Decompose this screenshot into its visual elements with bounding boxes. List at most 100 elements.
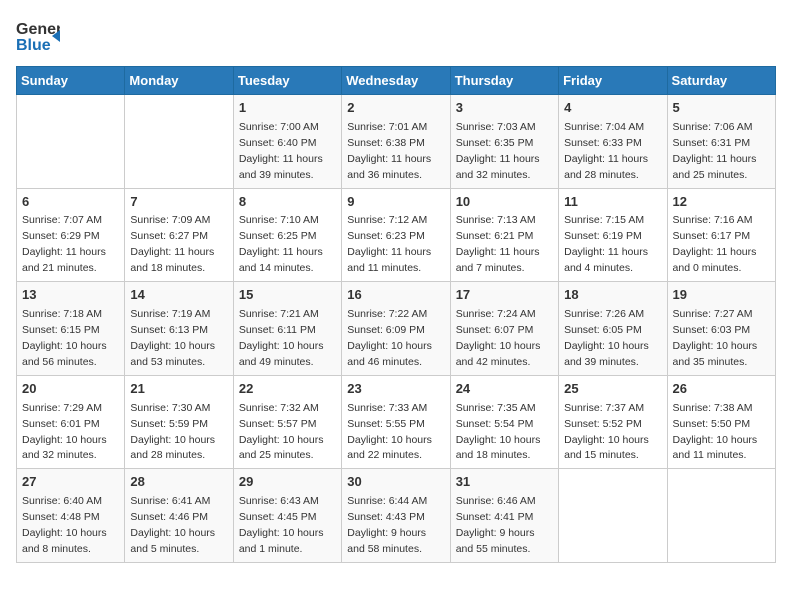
weekday-header-saturday: Saturday bbox=[667, 67, 775, 95]
day-cell: 29Sunrise: 6:43 AMSunset: 4:45 PMDayligh… bbox=[233, 469, 341, 563]
weekday-header-thursday: Thursday bbox=[450, 67, 558, 95]
weekday-header-wednesday: Wednesday bbox=[342, 67, 450, 95]
day-number: 3 bbox=[456, 99, 553, 118]
day-number: 1 bbox=[239, 99, 336, 118]
day-number: 25 bbox=[564, 380, 661, 399]
day-number: 22 bbox=[239, 380, 336, 399]
day-cell bbox=[667, 469, 775, 563]
day-number: 2 bbox=[347, 99, 444, 118]
day-number: 30 bbox=[347, 473, 444, 492]
day-cell: 26 Sunrise: 7:38 AMSunset: 5:50 PMDayligh… bbox=[667, 375, 775, 469]
day-info: Sunrise: 7:13 AMSunset: 6:21 PMDaylight:… bbox=[456, 214, 540, 274]
day-cell: 24 Sunrise: 7:35 AMSunset: 5:54 PMDayligh… bbox=[450, 375, 558, 469]
day-cell bbox=[125, 95, 233, 189]
day-cell: 17Sunrise: 7:24 AMSunset: 6:07 PMDayligh… bbox=[450, 282, 558, 376]
day-number: 20 bbox=[22, 380, 119, 399]
day-number: 19 bbox=[673, 286, 770, 305]
day-cell: 13 Sunrise: 7:18 AMSunset: 6:15 PMDayligh… bbox=[17, 282, 125, 376]
day-number: 4 bbox=[564, 99, 661, 118]
day-info: Sunrise: 7:26 AMSunset: 6:05 PMDaylight:… bbox=[564, 308, 649, 368]
day-info: Sunrise: 7:32 AMSunset: 5:57 PMDaylight:… bbox=[239, 402, 324, 462]
day-number: 10 bbox=[456, 193, 553, 212]
calendar-header: SundayMondayTuesdayWednesdayThursdayFrid… bbox=[17, 67, 776, 95]
day-cell: 3 Sunrise: 7:03 AMSunset: 6:35 PMDaylight… bbox=[450, 95, 558, 189]
day-cell: 18 Sunrise: 7:26 AMSunset: 6:05 PMDayligh… bbox=[559, 282, 667, 376]
day-cell: 14 Sunrise: 7:19 AMSunset: 6:13 PMDayligh… bbox=[125, 282, 233, 376]
day-info: Sunrise: 6:46 AMSunset: 4:41 PMDaylight:… bbox=[456, 495, 536, 555]
day-cell: 28Sunrise: 6:41 AMSunset: 4:46 PMDayligh… bbox=[125, 469, 233, 563]
day-info: Sunrise: 7:07 AMSunset: 6:29 PMDaylight:… bbox=[22, 214, 106, 274]
day-info: Sunrise: 7:04 AMSunset: 6:33 PMDaylight:… bbox=[564, 121, 648, 181]
day-cell: 23 Sunrise: 7:33 AMSunset: 5:55 PMDayligh… bbox=[342, 375, 450, 469]
day-cell: 6 Sunrise: 7:07 AMSunset: 6:29 PMDaylight… bbox=[17, 188, 125, 282]
day-cell: 20 Sunrise: 7:29 AMSunset: 6:01 PMDayligh… bbox=[17, 375, 125, 469]
day-info: Sunrise: 7:01 AMSunset: 6:38 PMDaylight:… bbox=[347, 121, 431, 181]
day-info: Sunrise: 7:00 AMSunset: 6:40 PMDaylight:… bbox=[239, 121, 323, 181]
day-info: Sunrise: 6:43 AMSunset: 4:45 PMDaylight:… bbox=[239, 495, 324, 555]
day-info: Sunrise: 7:06 AMSunset: 6:31 PMDaylight:… bbox=[673, 121, 757, 181]
day-info: Sunrise: 7:18 AMSunset: 6:15 PMDaylight:… bbox=[22, 308, 107, 368]
day-cell bbox=[559, 469, 667, 563]
day-number: 5 bbox=[673, 99, 770, 118]
week-row-1: 1 Sunrise: 7:00 AMSunset: 6:40 PMDaylight… bbox=[17, 95, 776, 189]
day-info: Sunrise: 7:27 AMSunset: 6:03 PMDaylight:… bbox=[673, 308, 758, 368]
weekday-header-tuesday: Tuesday bbox=[233, 67, 341, 95]
day-number: 24 bbox=[456, 380, 553, 399]
day-number: 7 bbox=[130, 193, 227, 212]
day-number: 12 bbox=[673, 193, 770, 212]
day-cell: 4 Sunrise: 7:04 AMSunset: 6:33 PMDaylight… bbox=[559, 95, 667, 189]
week-row-4: 20 Sunrise: 7:29 AMSunset: 6:01 PMDayligh… bbox=[17, 375, 776, 469]
day-info: Sunrise: 7:30 AMSunset: 5:59 PMDaylight:… bbox=[130, 402, 215, 462]
page-header: General Blue bbox=[16, 16, 776, 54]
day-number: 23 bbox=[347, 380, 444, 399]
day-info: Sunrise: 7:09 AMSunset: 6:27 PMDaylight:… bbox=[130, 214, 214, 274]
day-cell: 25 Sunrise: 7:37 AMSunset: 5:52 PMDayligh… bbox=[559, 375, 667, 469]
day-cell: 1 Sunrise: 7:00 AMSunset: 6:40 PMDaylight… bbox=[233, 95, 341, 189]
weekday-header-friday: Friday bbox=[559, 67, 667, 95]
day-cell: 11Sunrise: 7:15 AMSunset: 6:19 PMDayligh… bbox=[559, 188, 667, 282]
day-number: 26 bbox=[673, 380, 770, 399]
day-info: Sunrise: 7:19 AMSunset: 6:13 PMDaylight:… bbox=[130, 308, 215, 368]
week-row-2: 6 Sunrise: 7:07 AMSunset: 6:29 PMDaylight… bbox=[17, 188, 776, 282]
day-info: Sunrise: 6:41 AMSunset: 4:46 PMDaylight:… bbox=[130, 495, 215, 555]
day-cell: 19 Sunrise: 7:27 AMSunset: 6:03 PMDayligh… bbox=[667, 282, 775, 376]
day-number: 27 bbox=[22, 473, 119, 492]
day-info: Sunrise: 7:38 AMSunset: 5:50 PMDaylight:… bbox=[673, 402, 758, 462]
day-cell: 12Sunrise: 7:16 AMSunset: 6:17 PMDayligh… bbox=[667, 188, 775, 282]
day-info: Sunrise: 7:33 AMSunset: 5:55 PMDaylight:… bbox=[347, 402, 432, 462]
day-info: Sunrise: 7:21 AMSunset: 6:11 PMDaylight:… bbox=[239, 308, 324, 368]
day-cell: 5 Sunrise: 7:06 AMSunset: 6:31 PMDaylight… bbox=[667, 95, 775, 189]
day-cell: 8Sunrise: 7:10 AMSunset: 6:25 PMDaylight… bbox=[233, 188, 341, 282]
day-cell: 2 Sunrise: 7:01 AMSunset: 6:38 PMDaylight… bbox=[342, 95, 450, 189]
day-info: Sunrise: 7:35 AMSunset: 5:54 PMDaylight:… bbox=[456, 402, 541, 462]
day-info: Sunrise: 6:44 AMSunset: 4:43 PMDaylight:… bbox=[347, 495, 427, 555]
day-info: Sunrise: 7:29 AMSunset: 6:01 PMDaylight:… bbox=[22, 402, 107, 462]
day-info: Sunrise: 7:10 AMSunset: 6:25 PMDaylight:… bbox=[239, 214, 323, 274]
weekday-header-row: SundayMondayTuesdayWednesdayThursdayFrid… bbox=[17, 67, 776, 95]
day-number: 13 bbox=[22, 286, 119, 305]
day-info: Sunrise: 7:15 AMSunset: 6:19 PMDaylight:… bbox=[564, 214, 648, 274]
day-cell: 21 Sunrise: 7:30 AMSunset: 5:59 PMDayligh… bbox=[125, 375, 233, 469]
day-info: Sunrise: 7:37 AMSunset: 5:52 PMDaylight:… bbox=[564, 402, 649, 462]
day-number: 15 bbox=[239, 286, 336, 305]
day-cell bbox=[17, 95, 125, 189]
day-number: 14 bbox=[130, 286, 227, 305]
day-cell: 22 Sunrise: 7:32 AMSunset: 5:57 PMDayligh… bbox=[233, 375, 341, 469]
day-number: 17 bbox=[456, 286, 553, 305]
weekday-header-monday: Monday bbox=[125, 67, 233, 95]
day-cell: 30 Sunrise: 6:44 AMSunset: 4:43 PMDayligh… bbox=[342, 469, 450, 563]
calendar-body: 1 Sunrise: 7:00 AMSunset: 6:40 PMDaylight… bbox=[17, 95, 776, 563]
day-info: Sunrise: 6:40 AMSunset: 4:48 PMDaylight:… bbox=[22, 495, 107, 555]
day-info: Sunrise: 7:03 AMSunset: 6:35 PMDaylight:… bbox=[456, 121, 540, 181]
week-row-5: 27 Sunrise: 6:40 AMSunset: 4:48 PMDayligh… bbox=[17, 469, 776, 563]
day-cell: 15 Sunrise: 7:21 AMSunset: 6:11 PMDayligh… bbox=[233, 282, 341, 376]
day-number: 21 bbox=[130, 380, 227, 399]
logo-icon: General Blue bbox=[16, 16, 60, 54]
day-cell: 7 Sunrise: 7:09 AMSunset: 6:27 PMDaylight… bbox=[125, 188, 233, 282]
day-number: 6 bbox=[22, 193, 119, 212]
day-number: 18 bbox=[564, 286, 661, 305]
day-info: Sunrise: 7:22 AMSunset: 6:09 PMDaylight:… bbox=[347, 308, 432, 368]
svg-text:Blue: Blue bbox=[16, 37, 51, 54]
day-cell: 10 Sunrise: 7:13 AMSunset: 6:21 PMDayligh… bbox=[450, 188, 558, 282]
logo: General Blue bbox=[16, 16, 60, 54]
